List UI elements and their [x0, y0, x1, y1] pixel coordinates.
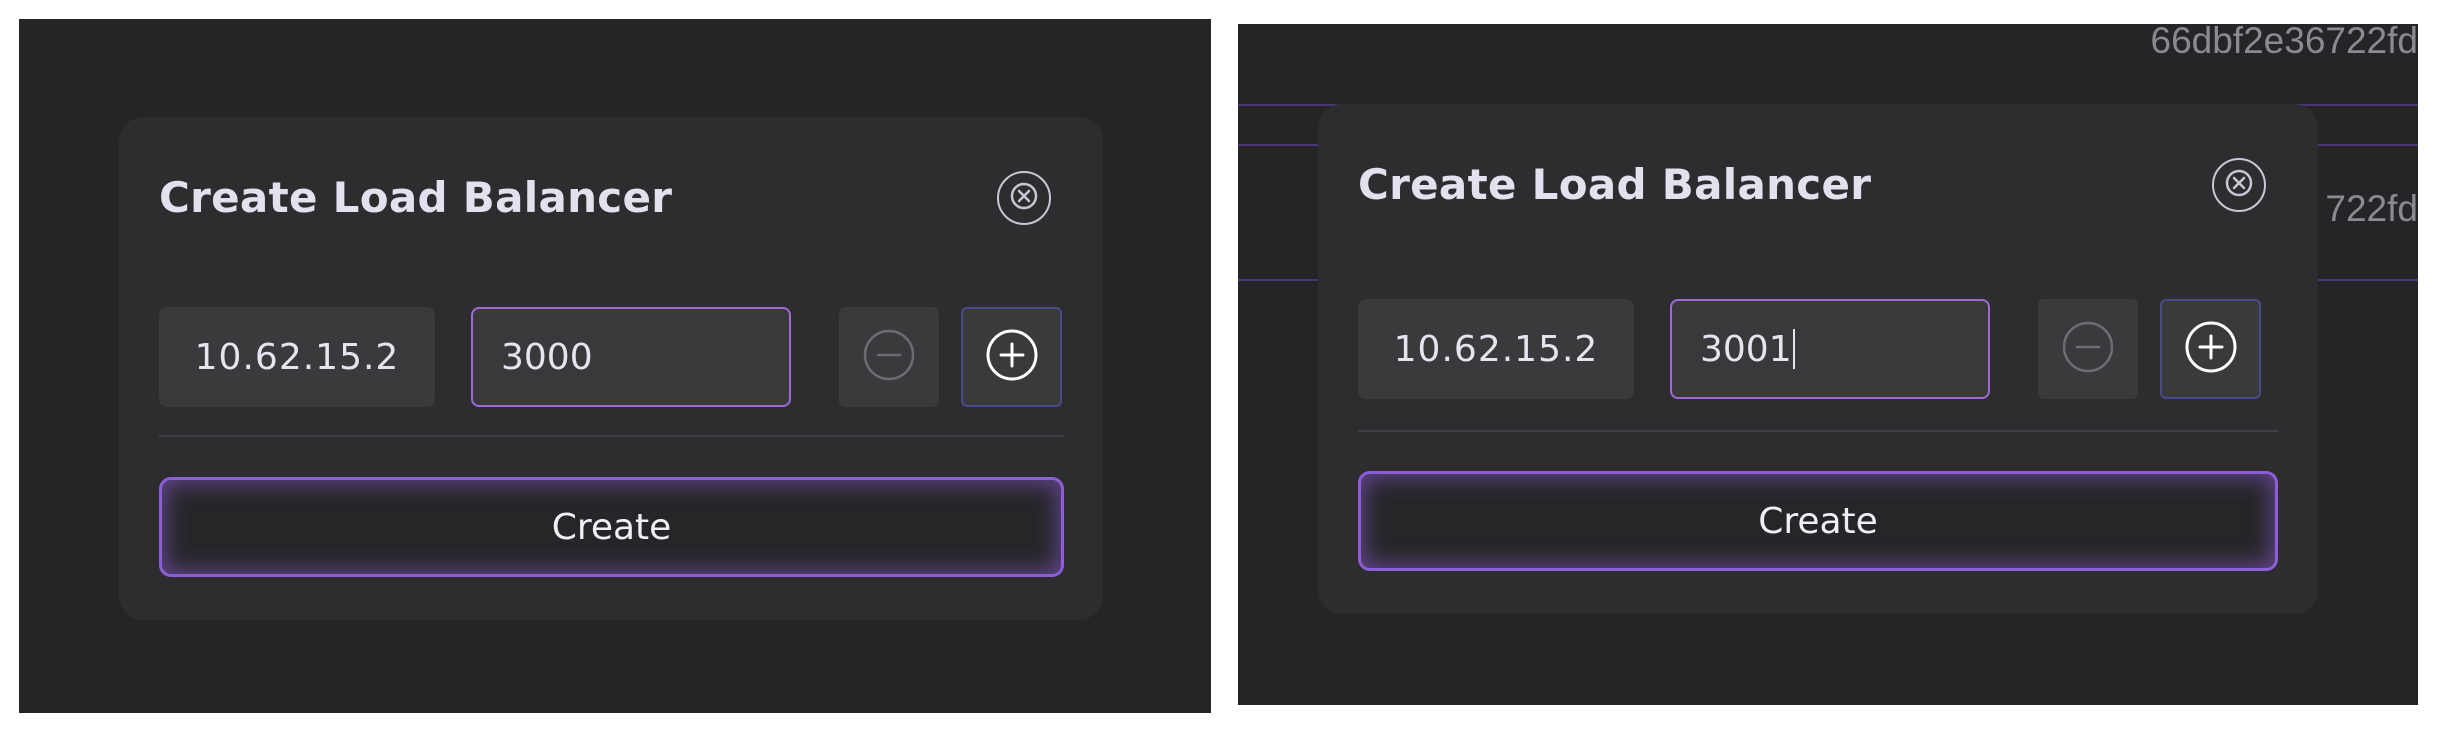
plus-circle-icon: [984, 327, 1040, 387]
text-caret: [1792, 329, 1795, 369]
dialog-title: Create Load Balancer: [1358, 160, 1872, 209]
background-hash-text: 722fd: [2325, 188, 2418, 229]
divider: [1358, 430, 2278, 432]
background-hash-text: 66dbf2e36722fd: [2150, 24, 2419, 61]
ip-address-field: 10.62.15.2: [159, 307, 435, 407]
close-circle-icon: [1009, 181, 1039, 215]
create-button[interactable]: Create: [1358, 471, 2278, 571]
create-button[interactable]: Create: [159, 477, 1064, 577]
screenshot-panel-2: 66dbf2e36722fd 722fd Create Load Balance…: [1238, 24, 2418, 705]
ip-address-field: 10.62.15.2: [1358, 299, 1634, 399]
close-button[interactable]: [997, 171, 1051, 225]
remove-target-button[interactable]: [2038, 299, 2138, 399]
add-target-button[interactable]: [961, 307, 1062, 407]
create-load-balancer-dialog: Create Load Balancer 10.62.15.2 3000 Cre…: [119, 117, 1103, 620]
close-circle-icon: [2224, 168, 2254, 202]
create-load-balancer-dialog: Create Load Balancer 10.62.15.2 3001 Cre…: [1318, 104, 2318, 614]
target-row: 10.62.15.2 3001: [1358, 299, 2263, 401]
screenshot-panel-1: Create Load Balancer 10.62.15.2 3000 Cre…: [19, 19, 1211, 713]
dialog-title: Create Load Balancer: [159, 173, 673, 222]
plus-circle-icon: [2183, 319, 2239, 379]
remove-target-button[interactable]: [839, 307, 939, 407]
port-value: 3001: [1700, 328, 1792, 370]
minus-circle-icon: [2060, 319, 2116, 379]
divider: [159, 435, 1064, 437]
minus-circle-icon: [861, 327, 917, 387]
add-target-button[interactable]: [2160, 299, 2261, 399]
port-input[interactable]: 3000: [471, 307, 791, 407]
port-input[interactable]: 3001: [1670, 299, 1990, 399]
port-value: 3000: [501, 336, 593, 378]
close-button[interactable]: [2212, 158, 2266, 212]
target-row: 10.62.15.2 3000: [159, 307, 1064, 409]
